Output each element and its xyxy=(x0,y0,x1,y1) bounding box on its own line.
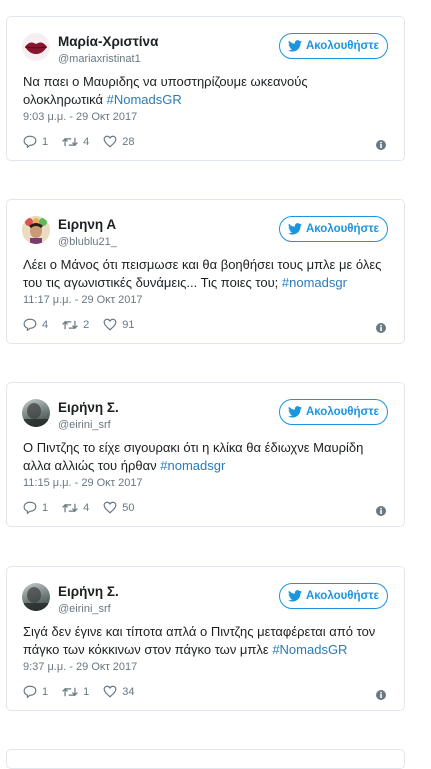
reply-count: 1 xyxy=(42,685,49,698)
tweet-card-partial xyxy=(6,749,405,769)
retweet-count: 4 xyxy=(83,135,90,148)
retweet-icon xyxy=(62,687,78,696)
reply-icon xyxy=(23,685,37,698)
info-icon xyxy=(376,506,386,516)
tweet-card: Ειρήνη Σ. @eirini_srf Ακολουθήστε Ο Πιντ… xyxy=(6,382,405,527)
follow-label: Ακολουθήστε xyxy=(305,223,380,235)
display-name[interactable]: Ειρήνη Σ. xyxy=(58,584,119,599)
follow-label: Ακολουθήστε xyxy=(305,406,380,418)
hashtag-link[interactable]: #NomadsGR xyxy=(107,92,182,107)
avatar[interactable] xyxy=(22,399,50,427)
reply-icon xyxy=(23,318,37,331)
retweet-count: 2 xyxy=(83,318,90,331)
tweet-card: Ειρήνη Σ. @eirini_srf Ακολουθήστε Σιγά δ… xyxy=(6,566,405,711)
hashtag-link[interactable]: #nomadsgr xyxy=(282,275,347,290)
reply-icon xyxy=(23,501,37,514)
profile-photo-icon xyxy=(24,403,48,427)
heart-icon xyxy=(103,318,117,331)
timestamp[interactable]: 11:15 μ.μ. - 29 Οκτ 2017 xyxy=(23,477,143,489)
retweet-count: 1 xyxy=(83,685,90,698)
retweet-button[interactable]: 2 xyxy=(62,319,89,331)
tweet-text: Ο Πιντζης το είχε σιγουρακι ότι η κλίκα … xyxy=(23,439,390,475)
timestamp[interactable]: 11:17 μ.μ. - 29 Οκτ 2017 xyxy=(23,294,143,306)
info-icon xyxy=(376,323,386,333)
retweet-icon xyxy=(62,320,78,329)
timestamp[interactable]: 9:37 μ.μ. - 29 Οκτ 2017 xyxy=(23,661,137,673)
info-button[interactable] xyxy=(376,137,386,155)
retweet-button[interactable]: 4 xyxy=(62,502,89,514)
heart-icon xyxy=(103,685,117,698)
follow-label: Ακολουθήστε xyxy=(305,40,380,52)
reply-button[interactable]: 1 xyxy=(23,501,48,514)
like-button[interactable]: 50 xyxy=(103,501,135,514)
twitter-bird-icon xyxy=(287,40,302,52)
heart-icon xyxy=(103,135,117,148)
user-handle[interactable]: @eirini_srf xyxy=(58,419,111,431)
like-count: 91 xyxy=(122,318,135,331)
display-name[interactable]: Ειρηνη Α xyxy=(58,217,116,232)
retweet-icon xyxy=(62,137,78,146)
follow-button[interactable]: Ακολουθήστε xyxy=(279,583,388,609)
display-name[interactable]: Ειρήνη Σ. xyxy=(58,400,119,415)
user-handle[interactable]: @eirini_srf xyxy=(58,603,111,615)
reply-count: 1 xyxy=(42,135,49,148)
timestamp[interactable]: 9:03 μ.μ. - 29 Οκτ 2017 xyxy=(23,111,137,123)
avatar[interactable] xyxy=(22,583,50,611)
tweet-text: Να παει ο Μαυριδης να υποστηρίζουμε ωκεα… xyxy=(23,73,390,109)
info-button[interactable] xyxy=(376,687,386,705)
profile-photo-icon xyxy=(24,587,48,611)
avatar[interactable] xyxy=(22,33,50,61)
action-bar: 4 2 91 xyxy=(23,318,149,331)
like-button[interactable]: 91 xyxy=(103,318,135,331)
follow-button[interactable]: Ακολουθήστε xyxy=(279,399,388,425)
tweet-text: Σιγά δεν έγινε και τίποτα απλά ο Πιντζης… xyxy=(23,623,390,659)
info-button[interactable] xyxy=(376,320,386,338)
reply-button[interactable]: 1 xyxy=(23,135,48,148)
display-name[interactable]: Μαρία-Χριστίνα xyxy=(58,34,158,49)
reply-button[interactable]: 4 xyxy=(23,318,48,331)
like-button[interactable]: 28 xyxy=(103,135,135,148)
follow-button[interactable]: Ακολουθήστε xyxy=(279,33,388,59)
info-button[interactable] xyxy=(376,503,386,521)
follow-label: Ακολουθήστε xyxy=(305,590,380,602)
like-button[interactable]: 34 xyxy=(103,685,135,698)
action-bar: 1 1 34 xyxy=(23,685,149,698)
action-bar: 1 4 50 xyxy=(23,501,149,514)
user-handle[interactable]: @mariaxristinat1 xyxy=(58,53,141,65)
hashtag-link[interactable]: #NomadsGR xyxy=(272,642,347,657)
reply-icon xyxy=(23,135,37,148)
action-bar: 1 4 28 xyxy=(23,135,149,148)
like-count: 34 xyxy=(122,685,135,698)
retweet-icon xyxy=(62,503,78,512)
info-icon xyxy=(376,140,386,150)
user-handle[interactable]: @blublu21_ xyxy=(58,236,117,248)
heart-icon xyxy=(103,501,117,514)
tweet-card: Ειρηνη Α @blublu21_ Ακολουθήστε Λέει ο Μ… xyxy=(6,199,405,344)
portrait-icon xyxy=(22,216,50,244)
reply-button[interactable]: 1 xyxy=(23,685,48,698)
retweet-button[interactable]: 4 xyxy=(62,136,89,148)
info-icon xyxy=(376,690,386,700)
like-count: 50 xyxy=(122,501,135,514)
twitter-bird-icon xyxy=(287,223,302,235)
avatar[interactable] xyxy=(22,216,50,244)
twitter-bird-icon xyxy=(287,590,302,602)
twitter-bird-icon xyxy=(287,406,302,418)
retweet-count: 4 xyxy=(83,501,90,514)
tweet-text: Λέει ο Μάνος ότι πεισμωσε και θα βοηθήσε… xyxy=(23,256,390,292)
reply-count: 1 xyxy=(42,501,49,514)
retweet-button[interactable]: 1 xyxy=(62,686,89,698)
follow-button[interactable]: Ακολουθήστε xyxy=(279,216,388,242)
reply-count: 4 xyxy=(42,318,49,331)
lips-icon xyxy=(24,42,48,54)
like-count: 28 xyxy=(122,135,135,148)
hashtag-link[interactable]: #nomadsgr xyxy=(160,458,225,473)
tweet-card: Μαρία-Χριστίνα @mariaxristinat1 Ακολουθή… xyxy=(6,16,405,161)
